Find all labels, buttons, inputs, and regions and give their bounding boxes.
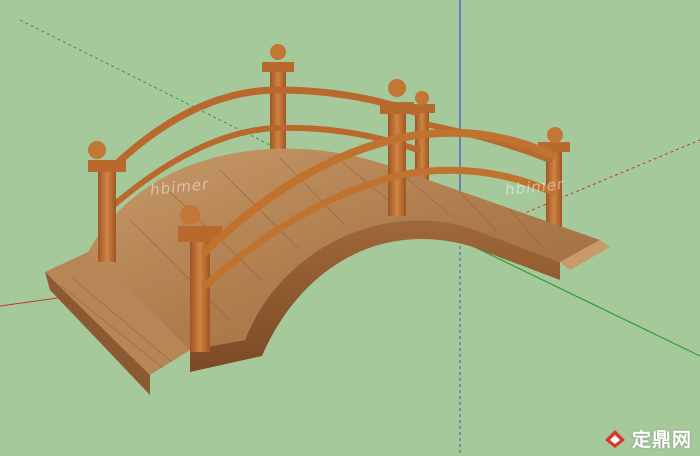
model-viewport[interactable]: hbimer hbimer 定鼎网 — [0, 0, 700, 456]
site-logo: 定鼎网 — [602, 424, 692, 452]
logo-text: 定鼎网 — [631, 428, 692, 451]
logo-icon — [604, 430, 625, 448]
bridge-model-canvas[interactable] — [0, 0, 700, 456]
